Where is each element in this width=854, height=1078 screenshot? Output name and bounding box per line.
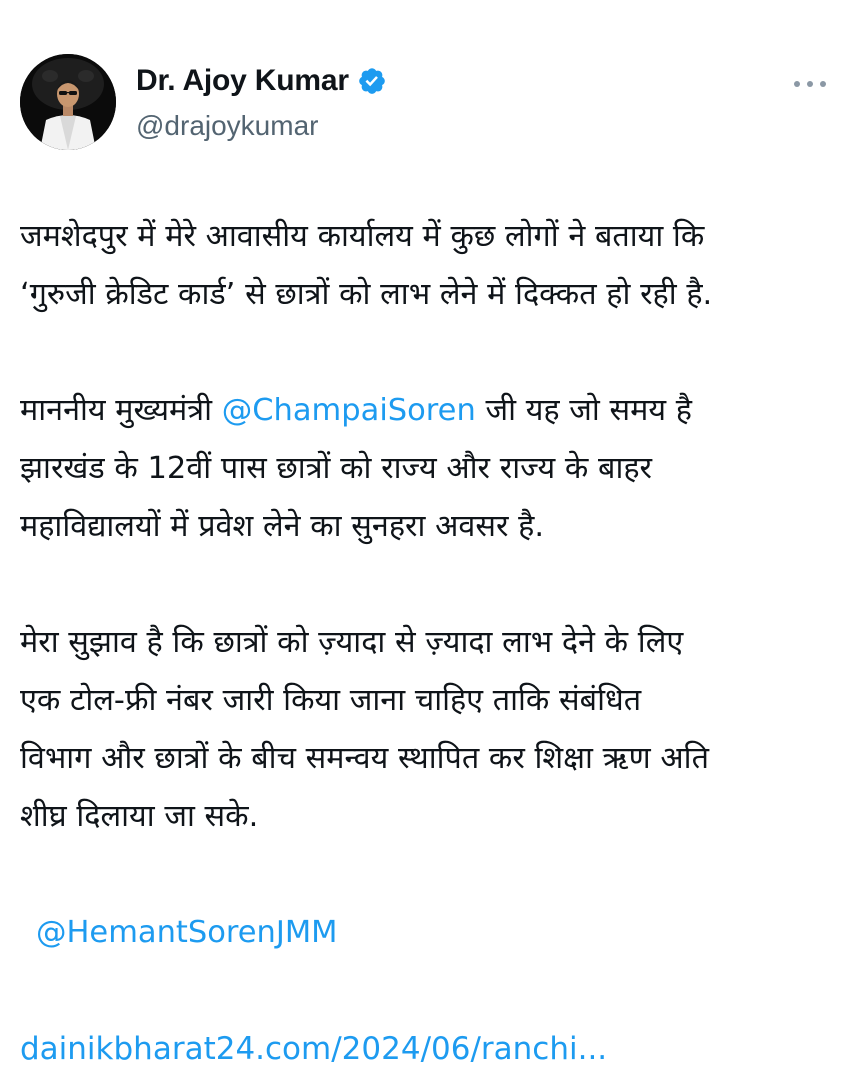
mention-hemantsorenjmm-link[interactable]: @HemantSorenJMM xyxy=(36,915,338,950)
profile-avatar[interactable] xyxy=(20,54,116,150)
external-article-link[interactable]: dainikbharat24.com/2024/06/ranchi... xyxy=(20,1031,607,1067)
more-options-icon xyxy=(794,81,826,87)
text-line: जमशेदपुर में मेरे आवासीय कार्यालय में कु… xyxy=(20,219,705,254)
verified-badge-icon xyxy=(359,68,385,94)
profile-photo-icon xyxy=(20,54,116,150)
text-segment: माननीय मुख्यमंत्री xyxy=(20,393,222,428)
mention-line: @HemantSorenJMM xyxy=(20,904,844,962)
tweet-paragraph-1: जमशेदपुर में मेरे आवासीय कार्यालय में कु… xyxy=(20,208,844,324)
mention-champaisoren-link[interactable]: @ChampaiSoren xyxy=(222,393,476,428)
author-handle[interactable]: @drajoykumar xyxy=(136,110,318,142)
text-line: महाविद्यालयों में प्रवेश लेने का सुनहरा … xyxy=(20,509,545,544)
more-options-button[interactable] xyxy=(790,72,830,96)
tweet-text: जमशेदपुर में मेरे आवासीय कार्यालय में कु… xyxy=(20,208,844,1078)
tweet-paragraph-4: @HemantSorenJMM xyxy=(20,904,844,962)
tweet-paragraph-3: मेरा सुझाव है कि छात्रों को ज़्यादा से ज… xyxy=(20,614,844,846)
text-line: मेरा सुझाव है कि छात्रों को ज़्यादा से ज… xyxy=(20,625,684,660)
text-line: शीघ्र दिलाया जा सके. xyxy=(20,799,259,834)
author-display-name[interactable]: Dr. Ajoy Kumar xyxy=(136,64,349,98)
text-line: ‘गुरुजी क्रेडिट कार्ड’ से छात्रों को लाभ… xyxy=(20,277,713,312)
text-line: एक टोल-फ्री नंबर जारी किया जाना चाहिए ता… xyxy=(20,683,642,718)
tweet-header: Dr. Ajoy Kumar @drajoykumar xyxy=(20,54,834,158)
link-line: dainikbharat24.com/2024/06/ranchi... xyxy=(20,1020,844,1078)
text-line-with-mention: माननीय मुख्यमंत्री @ChampaiSoren जी यह ज… xyxy=(20,382,844,440)
tweet-paragraph-2: माननीय मुख्यमंत्री @ChampaiSoren जी यह ज… xyxy=(20,382,844,556)
tweet-paragraph-5: dainikbharat24.com/2024/06/ranchi... xyxy=(20,1020,844,1078)
text-segment: जी यह जो समय है xyxy=(475,393,692,428)
author-name-row: Dr. Ajoy Kumar xyxy=(136,64,387,98)
text-line: झारखंड के 12वीं पास छात्रों को राज्य और … xyxy=(20,451,653,486)
text-line: विभाग और छात्रों के बीच समन्वय स्थापित क… xyxy=(20,741,709,776)
